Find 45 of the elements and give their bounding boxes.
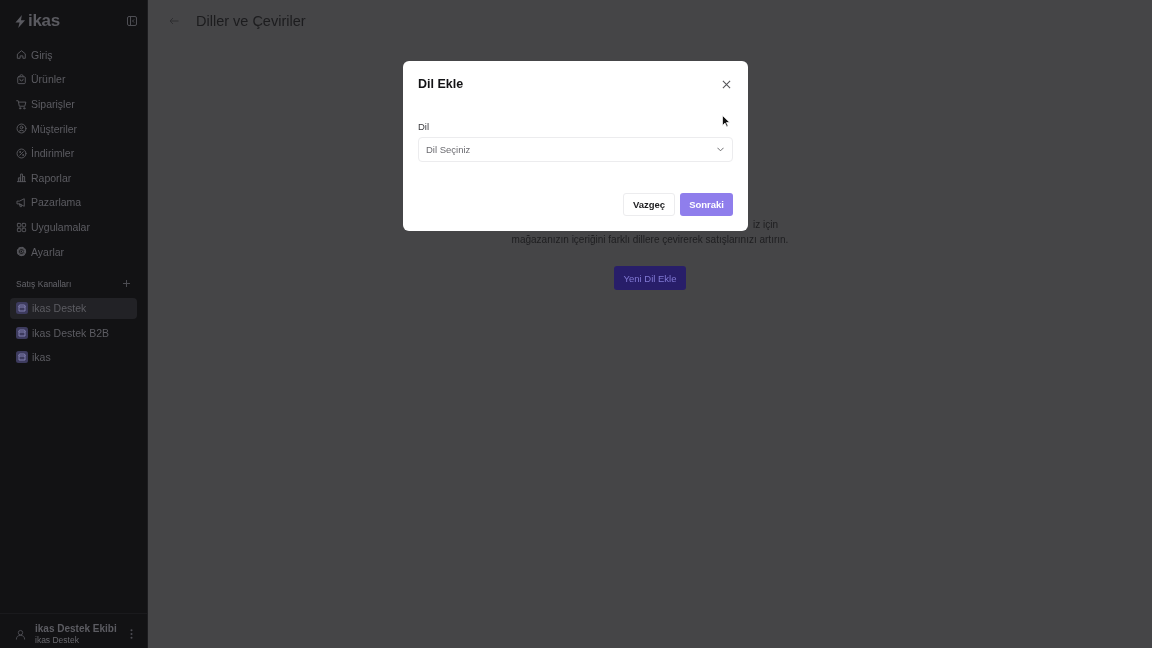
nav-item[interactable]: Ayarlar — [10, 239, 137, 264]
user-name: ikas Destek Ekibi — [35, 622, 118, 635]
sales-channel-item[interactable]: ikas Destek — [10, 297, 137, 319]
lightning-bolt-icon — [15, 14, 26, 28]
sidebar-toggle-button[interactable] — [127, 16, 137, 26]
cancel-button[interactable]: Vazgeç — [622, 193, 676, 216]
cart-icon — [16, 98, 27, 110]
nav-item[interactable]: Ürünler — [10, 67, 137, 92]
nav-item[interactable]: Pazarlama — [10, 190, 137, 215]
language-select[interactable]: Dil Seçiniz — [418, 137, 733, 162]
bar-chart-icon — [16, 172, 27, 184]
store-name: ikas Destek — [35, 635, 80, 646]
more-button[interactable] — [130, 629, 133, 639]
mouse-pointer-icon — [722, 115, 730, 127]
section-heading: Satış Kanalları — [16, 278, 72, 289]
user-circle-icon — [16, 123, 27, 135]
store-icon — [16, 302, 28, 315]
close-icon — [722, 79, 731, 89]
add-channel-button[interactable] — [123, 280, 130, 288]
store-icon — [16, 326, 28, 339]
sales-channel-item[interactable]: ikas Destek B2B — [10, 322, 137, 344]
dialog-title: Dil Ekle — [418, 77, 464, 91]
discount-icon — [16, 147, 27, 159]
store-icon — [16, 351, 28, 364]
home-icon — [16, 49, 27, 61]
user-icon — [15, 628, 26, 640]
nav-item[interactable]: Uygulamalar — [10, 214, 137, 240]
nav-item[interactable]: İndirimler — [10, 140, 137, 166]
close-button[interactable] — [722, 79, 731, 89]
sales-channel-item[interactable]: ikas — [10, 346, 137, 368]
logo-text: ikas — [28, 11, 60, 31]
chevron-down-icon — [717, 147, 724, 152]
nav-item[interactable]: Giriş — [10, 42, 137, 68]
vertical-dots-icon — [130, 629, 133, 639]
nav-item[interactable]: Müşteriler — [10, 116, 137, 141]
nav-item[interactable]: Raporlar — [10, 165, 137, 191]
add-language-button[interactable]: Yeni Dil Ekle — [613, 266, 687, 290]
field-label: Dil — [418, 121, 431, 133]
nav-item[interactable]: Siparişler — [10, 91, 137, 117]
shopping-bag-icon — [16, 74, 27, 85]
megaphone-icon — [16, 196, 27, 208]
apps-grid-icon — [16, 221, 27, 233]
panel-icon — [127, 16, 137, 26]
settings-icon — [16, 246, 27, 258]
plus-icon — [123, 280, 130, 288]
